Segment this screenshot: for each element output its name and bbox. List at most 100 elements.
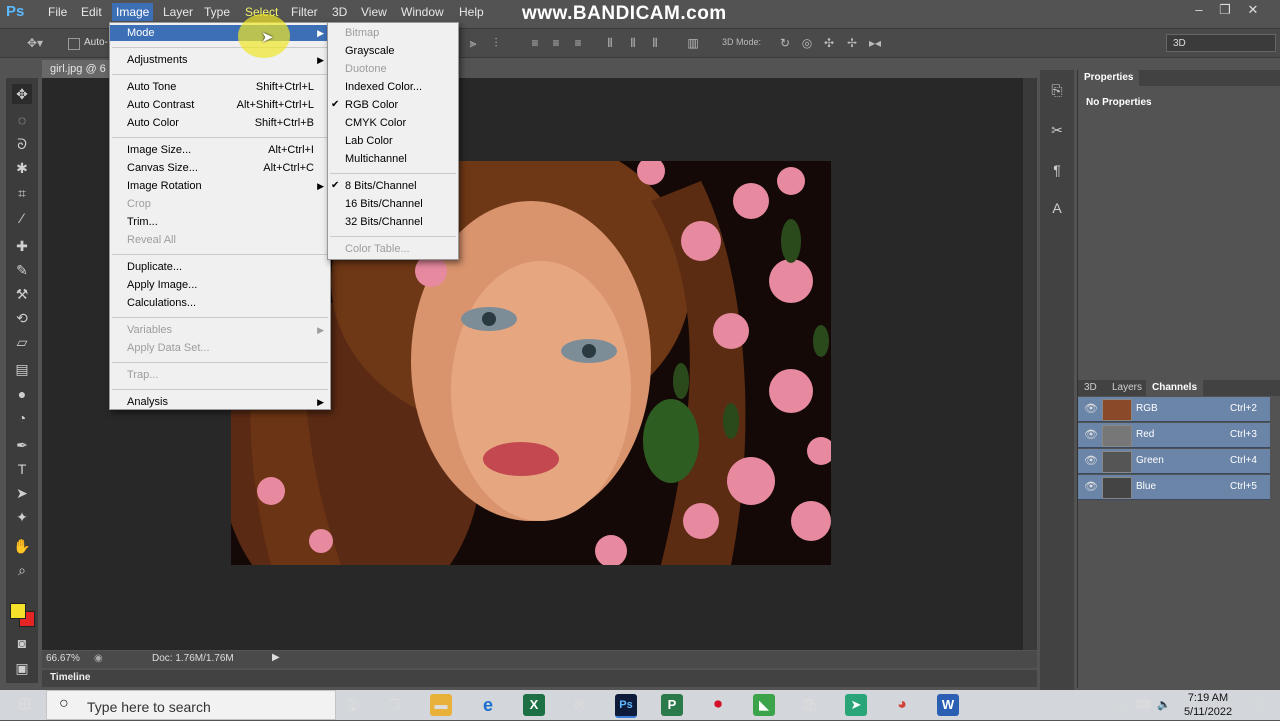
brush-tool-icon[interactable]: ✎ — [12, 260, 32, 280]
menu-item-indexed-color[interactable]: Indexed Color... — [328, 79, 458, 95]
distribute-bottom-icon[interactable]: ≡ — [571, 36, 585, 50]
clone-stamp-tool-icon[interactable]: ⚒ — [12, 284, 32, 304]
timeline-panel-header[interactable]: Timeline — [42, 670, 1037, 687]
publisher-icon[interactable]: P — [661, 694, 683, 716]
menu-item-8-bits-channel[interactable]: ✔ 8 Bits/Channel — [328, 178, 458, 194]
network-icon[interactable]: ⌨ — [1132, 694, 1154, 716]
eraser-tool-icon[interactable]: ▱ — [12, 332, 32, 352]
microphone-icon[interactable]: 🎙 — [341, 694, 363, 716]
menu-item-image-rotation[interactable]: Image Rotation ▶ — [110, 178, 330, 194]
record-icon[interactable]: ⏺ — [707, 694, 729, 716]
paragraph-panel-icon[interactable]: ¶ — [1047, 160, 1067, 180]
status-arrow-icon[interactable]: ▶ — [272, 652, 280, 663]
dodge-tool-icon[interactable]: ◔ — [12, 408, 32, 428]
channel-row-blue[interactable]: 👁 Blue Ctrl+5 — [1078, 475, 1270, 500]
menu-item-grayscale[interactable]: Grayscale — [328, 43, 458, 59]
character-panel-icon[interactable]: A — [1047, 198, 1067, 218]
scale-3d-icon[interactable]: ▸◂ — [868, 36, 882, 50]
tool-presets-icon[interactable]: ✂ — [1047, 120, 1067, 140]
hand-tool-icon[interactable]: ✋ — [12, 536, 32, 556]
windows-start-icon[interactable]: ⊞ — [14, 694, 36, 716]
quick-select-tool-icon[interactable]: ✱ — [12, 158, 32, 178]
app-green-icon[interactable]: ◣ — [753, 694, 775, 716]
blur-tool-icon[interactable]: ● — [12, 384, 32, 404]
taskbar-clock[interactable]: 7:19 AM 5/11/2022 — [1176, 690, 1240, 721]
tray-chevron-icon[interactable]: ︿ — [1110, 694, 1132, 716]
channel-row-rgb[interactable]: 👁 RGB Ctrl+2 — [1078, 397, 1270, 422]
lasso-tool-icon[interactable]: ᘐ — [12, 134, 32, 154]
history-brush-tool-icon[interactable]: ⟲ — [12, 308, 32, 328]
menu-help[interactable]: Help — [455, 3, 488, 21]
marquee-tool-icon[interactable]: ◌ — [12, 110, 32, 130]
menu-item-duplicate[interactable]: Duplicate... — [110, 259, 330, 275]
restore-button[interactable]: ❐ — [1214, 2, 1236, 18]
auto-align-icon[interactable]: ▥ — [686, 36, 700, 50]
menu-item-32-bits-channel[interactable]: 32 Bits/Channel — [328, 214, 458, 230]
menu-item-mode[interactable]: Mode ▶ — [110, 25, 330, 41]
taskbar-search[interactable]: ○ Type here to search — [46, 690, 336, 720]
visibility-eye-icon[interactable]: 👁 — [1084, 480, 1098, 493]
align-vcenter-icon[interactable]: ⫶ — [489, 36, 503, 50]
align-top-icon[interactable]: ⫸ — [466, 36, 480, 50]
rotate-3d-icon[interactable]: ↻ — [778, 36, 792, 50]
menu-item-trim[interactable]: Trim... — [110, 214, 330, 230]
minimize-button[interactable]: – — [1188, 2, 1210, 18]
menu-item-cmyk-color[interactable]: CMYK Color — [328, 115, 458, 131]
menu-filter[interactable]: Filter — [287, 3, 322, 21]
tab-properties[interactable]: Properties — [1078, 70, 1140, 86]
path-selection-tool-icon[interactable]: ➤ — [12, 483, 32, 503]
visibility-eye-icon[interactable]: 👁 — [1084, 454, 1098, 467]
history-panel-icon[interactable]: ⎘ — [1047, 80, 1067, 100]
zoom-tool-icon[interactable]: ⌕ — [12, 560, 32, 580]
menu-item-auto-tone[interactable]: Auto Tone Shift+Ctrl+L — [110, 79, 330, 95]
edge-browser-icon[interactable]: e — [477, 694, 499, 716]
tab-layers[interactable]: Layers — [1106, 380, 1148, 396]
screen-mode-icon[interactable]: ▣ — [12, 658, 32, 678]
status-info-icon[interactable]: ◉ — [94, 653, 103, 664]
close-button[interactable]: ✕ — [1242, 2, 1264, 18]
menu-edit[interactable]: Edit — [77, 3, 106, 21]
visibility-eye-icon[interactable]: 👁 — [1084, 402, 1098, 415]
distribute-vcenter-icon[interactable]: ≡ — [549, 36, 563, 50]
quick-mask-icon[interactable]: ◙ — [12, 633, 32, 653]
slide-3d-icon[interactable]: ✢ — [845, 36, 859, 50]
menu-item-16-bits-channel[interactable]: 16 Bits/Channel — [328, 196, 458, 212]
distribute-top-icon[interactable]: ≡ — [528, 36, 542, 50]
menu-item-rgb-color[interactable]: ✔ RGB Color — [328, 97, 458, 113]
task-view-icon[interactable]: ❐ — [383, 694, 405, 716]
visibility-eye-icon[interactable]: 👁 — [1084, 428, 1098, 441]
custom-shape-tool-icon[interactable]: ✦ — [12, 507, 32, 527]
type-tool-icon[interactable]: T — [12, 459, 32, 479]
tab-3d[interactable]: 3D — [1078, 380, 1103, 396]
word-icon[interactable]: W — [937, 694, 959, 716]
menu-item-auto-color[interactable]: Auto Color Shift+Ctrl+B — [110, 115, 330, 131]
menu-layer[interactable]: Layer — [159, 3, 197, 21]
auto-select-checkbox[interactable] — [68, 38, 80, 50]
menu-item-analysis[interactable]: Analysis ▶ — [110, 394, 330, 410]
roll-3d-icon[interactable]: ◎ — [800, 36, 814, 50]
move-tool-preset-icon[interactable]: ✥▾ — [24, 36, 46, 50]
timeline-label[interactable]: Timeline — [50, 672, 90, 683]
photoshop-taskbar-icon[interactable]: Ps — [615, 694, 637, 718]
menu-window[interactable]: Window — [397, 3, 448, 21]
chrome-icon[interactable]: ◕ — [891, 694, 913, 716]
tab-channels[interactable]: Channels — [1146, 380, 1204, 396]
channel-row-green[interactable]: 👁 Green Ctrl+4 — [1078, 449, 1270, 474]
app-arrow-icon[interactable]: ➤ — [845, 694, 867, 716]
file-explorer-icon[interactable]: ▬ — [430, 694, 452, 716]
store-icon[interactable]: 🛍 — [799, 694, 821, 716]
crop-tool-icon[interactable]: ⌗ — [12, 183, 32, 203]
excel-icon[interactable]: X — [523, 694, 545, 716]
vertical-scrollbar[interactable] — [1023, 78, 1037, 650]
menu-file[interactable]: File — [44, 3, 71, 21]
healing-brush-tool-icon[interactable]: ✚ — [12, 236, 32, 256]
menu-view[interactable]: View — [357, 3, 391, 21]
menu-image[interactable]: Image — [112, 3, 154, 21]
channel-row-red[interactable]: 👁 Red Ctrl+3 — [1078, 423, 1270, 448]
menu-item-lab-color[interactable]: Lab Color — [328, 133, 458, 149]
mail-icon[interactable]: ✉ — [569, 694, 591, 716]
workspace-select[interactable]: 3D — [1166, 34, 1276, 52]
move-tool-icon[interactable]: ✥ — [12, 84, 32, 104]
doc-size-info[interactable]: Doc: 1.76M/1.76M — [152, 653, 234, 664]
distribute-left-icon[interactable]: ⫴ — [603, 36, 617, 50]
